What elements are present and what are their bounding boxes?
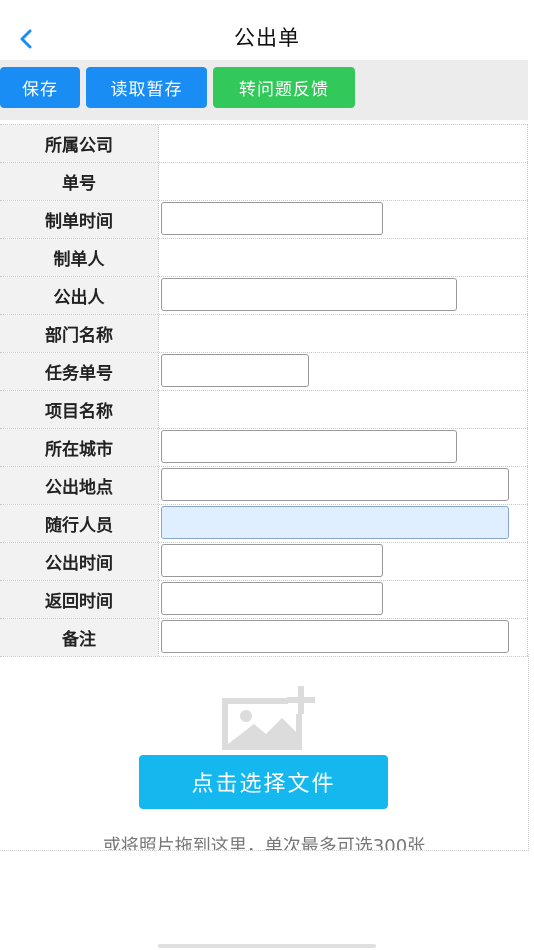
remarks-input[interactable] (161, 620, 509, 653)
form-row-created-time: 制单时间 (0, 201, 528, 239)
select-file-button[interactable]: 点击选择文件 (139, 755, 388, 809)
form-row-location: 公出地点 (0, 467, 528, 505)
page-title: 公出单 (234, 26, 300, 50)
city-cell (159, 429, 528, 466)
outing-form: 所属公司 单号 制单时间 制单人 公出人 部门名称 任务单号 项目名称 所在城市 (0, 124, 528, 657)
created-time-label: 制单时间 (0, 201, 159, 238)
task-no-cell (159, 353, 528, 390)
company-value (159, 125, 528, 162)
remarks-cell (159, 619, 528, 656)
companions-input[interactable] (161, 506, 509, 539)
department-value (159, 315, 528, 352)
location-input[interactable] (161, 468, 509, 501)
remarks-label: 备注 (0, 619, 159, 656)
save-button[interactable]: 保存 (0, 67, 80, 108)
return-time-cell (159, 581, 528, 618)
company-label: 所属公司 (0, 125, 159, 162)
companions-cell (159, 505, 528, 542)
add-image-icon (222, 686, 315, 750)
task-no-input[interactable] (161, 354, 309, 387)
upload-dropzone[interactable]: 点击选择文件 或将照片拖到这里，单次最多可选300张 (0, 654, 529, 851)
creator-value (159, 239, 528, 276)
traveler-label: 公出人 (0, 277, 159, 314)
companions-label: 随行人员 (0, 505, 159, 542)
order-no-label: 单号 (0, 163, 159, 200)
form-row-return-time: 返回时间 (0, 581, 528, 619)
form-row-task-no: 任务单号 (0, 353, 528, 391)
upload-hint: 或将照片拖到这里，单次最多可选300张 (102, 836, 426, 851)
toolbar: 保存 读取暂存 转问题反馈 (0, 60, 528, 120)
task-no-label: 任务单号 (0, 353, 159, 390)
traveler-input[interactable] (161, 278, 457, 311)
city-label: 所在城市 (0, 429, 159, 466)
order-no-value (159, 163, 528, 200)
traveler-cell (159, 277, 528, 314)
form-row-depart-time: 公出时间 (0, 543, 528, 581)
load-draft-button[interactable]: 读取暂存 (86, 67, 207, 108)
return-time-input[interactable] (161, 582, 383, 615)
feedback-button[interactable]: 转问题反馈 (213, 67, 355, 108)
depart-time-input[interactable] (161, 544, 383, 577)
created-time-cell (159, 201, 528, 238)
form-row-traveler: 公出人 (0, 277, 528, 315)
form-row-project: 项目名称 (0, 391, 528, 429)
form-row-city: 所在城市 (0, 429, 528, 467)
location-label: 公出地点 (0, 467, 159, 504)
form-row-department: 部门名称 (0, 315, 528, 353)
location-cell (159, 467, 528, 504)
form-row-remarks: 备注 (0, 619, 528, 657)
form-row-order-no: 单号 (0, 163, 528, 201)
depart-time-cell (159, 543, 528, 580)
created-time-input[interactable] (161, 202, 383, 235)
home-indicator (158, 944, 376, 948)
department-label: 部门名称 (0, 315, 159, 352)
depart-time-label: 公出时间 (0, 543, 159, 580)
creator-label: 制单人 (0, 239, 159, 276)
project-value (159, 391, 528, 428)
form-row-companions: 随行人员 (0, 505, 528, 543)
form-row-creator: 制单人 (0, 239, 528, 277)
project-label: 项目名称 (0, 391, 159, 428)
city-input[interactable] (161, 430, 457, 463)
return-time-label: 返回时间 (0, 581, 159, 618)
form-row-company: 所属公司 (0, 125, 528, 163)
